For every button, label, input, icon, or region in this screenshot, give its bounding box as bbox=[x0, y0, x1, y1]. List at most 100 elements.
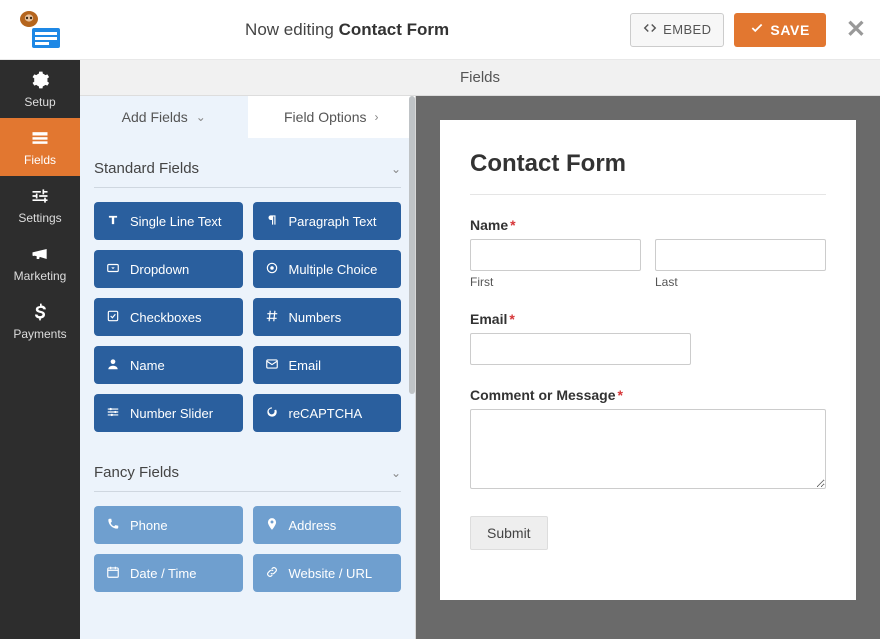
dollar-icon bbox=[30, 302, 50, 325]
field-label: Dropdown bbox=[130, 262, 189, 277]
required-marker: * bbox=[510, 217, 515, 233]
rail-item-payments[interactable]: Payments bbox=[0, 292, 80, 350]
form-preview: Contact Form Name* First Last bbox=[440, 120, 856, 600]
now-editing-prefix: Now editing bbox=[245, 20, 339, 39]
save-button[interactable]: SAVE bbox=[734, 13, 826, 47]
field-label: Number Slider bbox=[130, 406, 213, 421]
sliders-icon bbox=[30, 186, 50, 209]
field-single-line-text[interactable]: Single Line Text bbox=[94, 202, 243, 240]
rail-item-marketing[interactable]: Marketing bbox=[0, 234, 80, 292]
slider-icon bbox=[106, 405, 120, 422]
preview-field-comment[interactable]: Comment or Message* bbox=[470, 387, 826, 494]
center-body: Add Fields ⌄ Field Options › Standard Fi… bbox=[80, 96, 880, 639]
field-label: Name bbox=[130, 358, 165, 373]
field-phone[interactable]: Phone bbox=[94, 506, 243, 544]
input-last-name[interactable] bbox=[655, 239, 826, 271]
field-label: Numbers bbox=[289, 310, 342, 325]
chevron-down-icon: ⌄ bbox=[391, 466, 401, 480]
preview-field-name[interactable]: Name* First Last bbox=[470, 217, 826, 289]
field-number-slider[interactable]: Number Slider bbox=[94, 394, 243, 432]
field-dropdown[interactable]: Dropdown bbox=[94, 250, 243, 288]
text-icon bbox=[106, 213, 120, 230]
bullhorn-icon bbox=[30, 244, 50, 267]
field-label: Multiple Choice bbox=[289, 262, 378, 277]
rail-item-fields[interactable]: Fields bbox=[0, 118, 80, 176]
radio-icon bbox=[265, 261, 279, 278]
check-icon bbox=[750, 21, 764, 38]
sublabel-first: First bbox=[470, 275, 641, 289]
user-icon bbox=[106, 357, 120, 374]
panel-scroll[interactable]: Standard Fields ⌄ Single Line Text Parag… bbox=[80, 138, 415, 639]
input-first-name[interactable] bbox=[470, 239, 641, 271]
field-paragraph-text[interactable]: Paragraph Text bbox=[253, 202, 402, 240]
field-numbers[interactable]: Numbers bbox=[253, 298, 402, 336]
rail-item-setup[interactable]: Setup bbox=[0, 60, 80, 118]
tab-field-options[interactable]: Field Options › bbox=[248, 96, 416, 138]
field-website-url[interactable]: Website / URL bbox=[253, 554, 402, 592]
submit-button[interactable]: Submit bbox=[470, 516, 548, 550]
app-body: Setup Fields Settings Marketing Payments… bbox=[0, 60, 880, 639]
fancy-fields-grid: Phone Address Date / Time Website / URL bbox=[94, 506, 401, 592]
field-label: Address bbox=[289, 518, 337, 533]
center-column: Fields Add Fields ⌄ Field Options › bbox=[80, 60, 880, 639]
panel-title-bar: Fields bbox=[80, 60, 880, 96]
standard-fields-grid: Single Line Text Paragraph Text Dropdown… bbox=[94, 202, 401, 432]
pin-icon bbox=[265, 517, 279, 534]
embed-button-label: EMBED bbox=[663, 22, 711, 37]
rail-label: Payments bbox=[13, 327, 66, 341]
field-name[interactable]: Name bbox=[94, 346, 243, 384]
field-checkboxes[interactable]: Checkboxes bbox=[94, 298, 243, 336]
link-icon bbox=[265, 565, 279, 582]
rail-label: Fields bbox=[24, 153, 56, 167]
chevron-right-icon: › bbox=[374, 110, 378, 124]
calendar-icon bbox=[106, 565, 120, 582]
envelope-icon bbox=[265, 357, 279, 374]
wpforms-logo bbox=[14, 10, 64, 50]
field-address[interactable]: Address bbox=[253, 506, 402, 544]
tab-label: Add Fields bbox=[122, 109, 188, 125]
tab-label: Field Options bbox=[284, 109, 366, 125]
rail-label: Settings bbox=[18, 211, 61, 225]
chevron-down-icon: ⌄ bbox=[391, 162, 401, 176]
section-title: Fancy Fields bbox=[94, 464, 179, 481]
field-email[interactable]: Email bbox=[253, 346, 402, 384]
now-editing-title: Now editing Contact Form bbox=[64, 20, 630, 40]
scrollbar-thumb[interactable] bbox=[409, 96, 415, 394]
label-name: Name* bbox=[470, 217, 826, 233]
rail-item-settings[interactable]: Settings bbox=[0, 176, 80, 234]
field-date-time[interactable]: Date / Time bbox=[94, 554, 243, 592]
embed-button[interactable]: EMBED bbox=[630, 13, 724, 47]
top-bar: Now editing Contact Form EMBED SAVE ✕ bbox=[0, 0, 880, 60]
rail-label: Setup bbox=[24, 95, 55, 109]
section-header-fancy[interactable]: Fancy Fields ⌄ bbox=[94, 456, 401, 492]
section-header-standard[interactable]: Standard Fields ⌄ bbox=[94, 152, 401, 188]
code-icon bbox=[643, 21, 657, 38]
field-label: reCAPTCHA bbox=[289, 406, 363, 421]
sublabel-last: Last bbox=[655, 275, 826, 289]
field-label: Paragraph Text bbox=[289, 214, 377, 229]
close-icon[interactable]: ✕ bbox=[846, 15, 866, 44]
paragraph-icon bbox=[265, 213, 279, 230]
field-recaptcha[interactable]: reCAPTCHA bbox=[253, 394, 402, 432]
required-marker: * bbox=[617, 387, 622, 403]
left-rail: Setup Fields Settings Marketing Payments bbox=[0, 60, 80, 639]
field-multiple-choice[interactable]: Multiple Choice bbox=[253, 250, 402, 288]
editing-form-name: Contact Form bbox=[339, 20, 450, 39]
field-label: Date / Time bbox=[130, 566, 196, 581]
chevron-down-icon: ⌄ bbox=[196, 110, 206, 124]
hash-icon bbox=[265, 309, 279, 326]
gear-icon bbox=[30, 70, 50, 93]
recaptcha-icon bbox=[265, 405, 279, 422]
panel-title: Fields bbox=[460, 69, 500, 86]
preview-field-email[interactable]: Email* bbox=[470, 311, 826, 365]
panel-tabs: Add Fields ⌄ Field Options › bbox=[80, 96, 415, 138]
label-comment: Comment or Message* bbox=[470, 387, 826, 403]
fields-panel: Add Fields ⌄ Field Options › Standard Fi… bbox=[80, 96, 416, 639]
checkbox-icon bbox=[106, 309, 120, 326]
form-icon bbox=[30, 128, 50, 151]
input-email[interactable] bbox=[470, 333, 691, 365]
input-comment[interactable] bbox=[470, 409, 826, 489]
tab-add-fields[interactable]: Add Fields ⌄ bbox=[80, 96, 248, 138]
field-label: Phone bbox=[130, 518, 168, 533]
field-label: Email bbox=[289, 358, 322, 373]
